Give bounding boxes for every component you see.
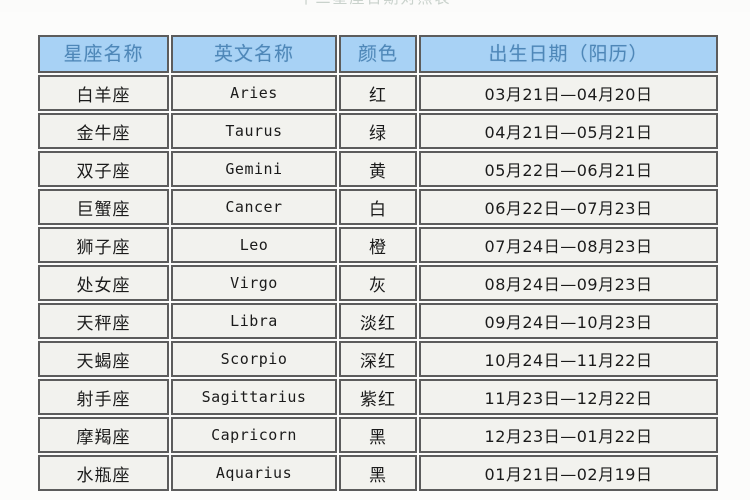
cell-color: 橙 [339, 227, 417, 263]
cell-english-name: Taurus [171, 113, 337, 149]
cell-english-name: Scorpio [171, 341, 337, 377]
cell-zodiac-name: 双子座 [38, 151, 169, 187]
cell-english-name: Cancer [171, 189, 337, 225]
cell-zodiac-name: 水瓶座 [38, 455, 169, 491]
cell-zodiac-name: 狮子座 [38, 227, 169, 263]
cell-zodiac-name: 金牛座 [38, 113, 169, 149]
cell-color: 淡红 [339, 303, 417, 339]
table-row: 金牛座 Taurus 绿 04月21日—05月21日 [38, 113, 718, 149]
cell-zodiac-name: 白羊座 [38, 75, 169, 111]
cell-english-name: Capricorn [171, 417, 337, 453]
zodiac-table-container: 星座名称 英文名称 颜色 出生日期（阳历） 白羊座 Aries 红 03月21日—04… [36, 33, 720, 493]
table-header-row: 星座名称 英文名称 颜色 出生日期（阳历） [38, 35, 718, 73]
cell-english-name: Aquarius [171, 455, 337, 491]
cell-birthdate: 12月23日—01月22日 [419, 417, 718, 453]
table-row: 巨蟹座 Cancer 白 06月22日—07月23日 [38, 189, 718, 225]
zodiac-reference-page: 十二星座日期对照表 星座名称 英文名称 颜色 出生日期（阳历） 白羊座Aries… [0, 0, 750, 500]
table-row: 处女座 Virgo 灰 08月24日—09月23日 [38, 265, 718, 301]
cell-english-name: Gemini [171, 151, 337, 187]
table-row: 双子座 Gemini 黄 05月22日—06月21日 [38, 151, 718, 187]
cell-english-name: Libra [171, 303, 337, 339]
table-row: 天蝎座 Scorpio 深红 10月24日—11月22日 [38, 341, 718, 377]
cell-zodiac-name: 处女座 [38, 265, 169, 301]
cell-color: 黑 [339, 455, 417, 491]
cell-color: 绿 [339, 113, 417, 149]
column-header-color: 颜色 [339, 35, 417, 73]
cell-birthdate: 08月24日—09月23日 [419, 265, 718, 301]
table-row: 水瓶座 Aquarius 黑 01月21日—02月19日 [38, 455, 718, 491]
table-body: 白羊座 Aries 红 03月21日—04月20日 金牛座 Taurus 绿 04月21日—0… [38, 75, 718, 491]
cell-color: 灰 [339, 265, 417, 301]
cell-birthdate: 09月24日—10月23日 [419, 303, 718, 339]
column-header-name: 星座名称 [38, 35, 169, 73]
cell-english-name: Virgo [171, 265, 337, 301]
column-header-birthdate: 出生日期（阳历） [419, 35, 718, 73]
cell-color: 黑 [339, 417, 417, 453]
cell-color: 深红 [339, 341, 417, 377]
cell-birthdate: 01月21日—02月19日 [419, 455, 718, 491]
cell-zodiac-name: 巨蟹座 [38, 189, 169, 225]
cell-birthdate: 06月22日—07月23日 [419, 189, 718, 225]
cell-birthdate: 04月21日—05月21日 [419, 113, 718, 149]
table-header: 星座名称 英文名称 颜色 出生日期（阳历） [38, 35, 718, 73]
cell-birthdate: 03月21日—04月20日 [419, 75, 718, 111]
table-row: 摩羯座 Capricorn 黑 12月23日—01月22日 [38, 417, 718, 453]
table-row: 天秤座 Libra 淡红 09月24日—10月23日 [38, 303, 718, 339]
cell-english-name: Aries [171, 75, 337, 111]
zodiac-table: 星座名称 英文名称 颜色 出生日期（阳历） 白羊座 Aries 红 03月21日—04… [36, 33, 720, 493]
cell-birthdate: 10月24日—11月22日 [419, 341, 718, 377]
cell-birthdate: 07月24日—08月23日 [419, 227, 718, 263]
cell-color: 黄 [339, 151, 417, 187]
column-header-english: 英文名称 [171, 35, 337, 73]
cell-english-name: Sagittarius [171, 379, 337, 415]
cell-color: 白 [339, 189, 417, 225]
table-row: 射手座 Sagittarius 紫红 11月23日—12月22日 [38, 379, 718, 415]
cell-zodiac-name: 天秤座 [38, 303, 169, 339]
cell-color: 紫红 [339, 379, 417, 415]
cell-color: 红 [339, 75, 417, 111]
table-row: 白羊座 Aries 红 03月21日—04月20日 [38, 75, 718, 111]
cell-zodiac-name: 天蝎座 [38, 341, 169, 377]
cell-birthdate: 11月23日—12月22日 [419, 379, 718, 415]
cell-zodiac-name: 摩羯座 [38, 417, 169, 453]
cell-english-name: Leo [171, 227, 337, 263]
table-row: 狮子座 Leo 橙 07月24日—08月23日 [38, 227, 718, 263]
cut-off-title-strip: 十二星座日期对照表 [0, 0, 750, 12]
page-title-faint: 十二星座日期对照表 [0, 0, 750, 8]
cell-birthdate: 05月22日—06月21日 [419, 151, 718, 187]
cell-zodiac-name: 射手座 [38, 379, 169, 415]
